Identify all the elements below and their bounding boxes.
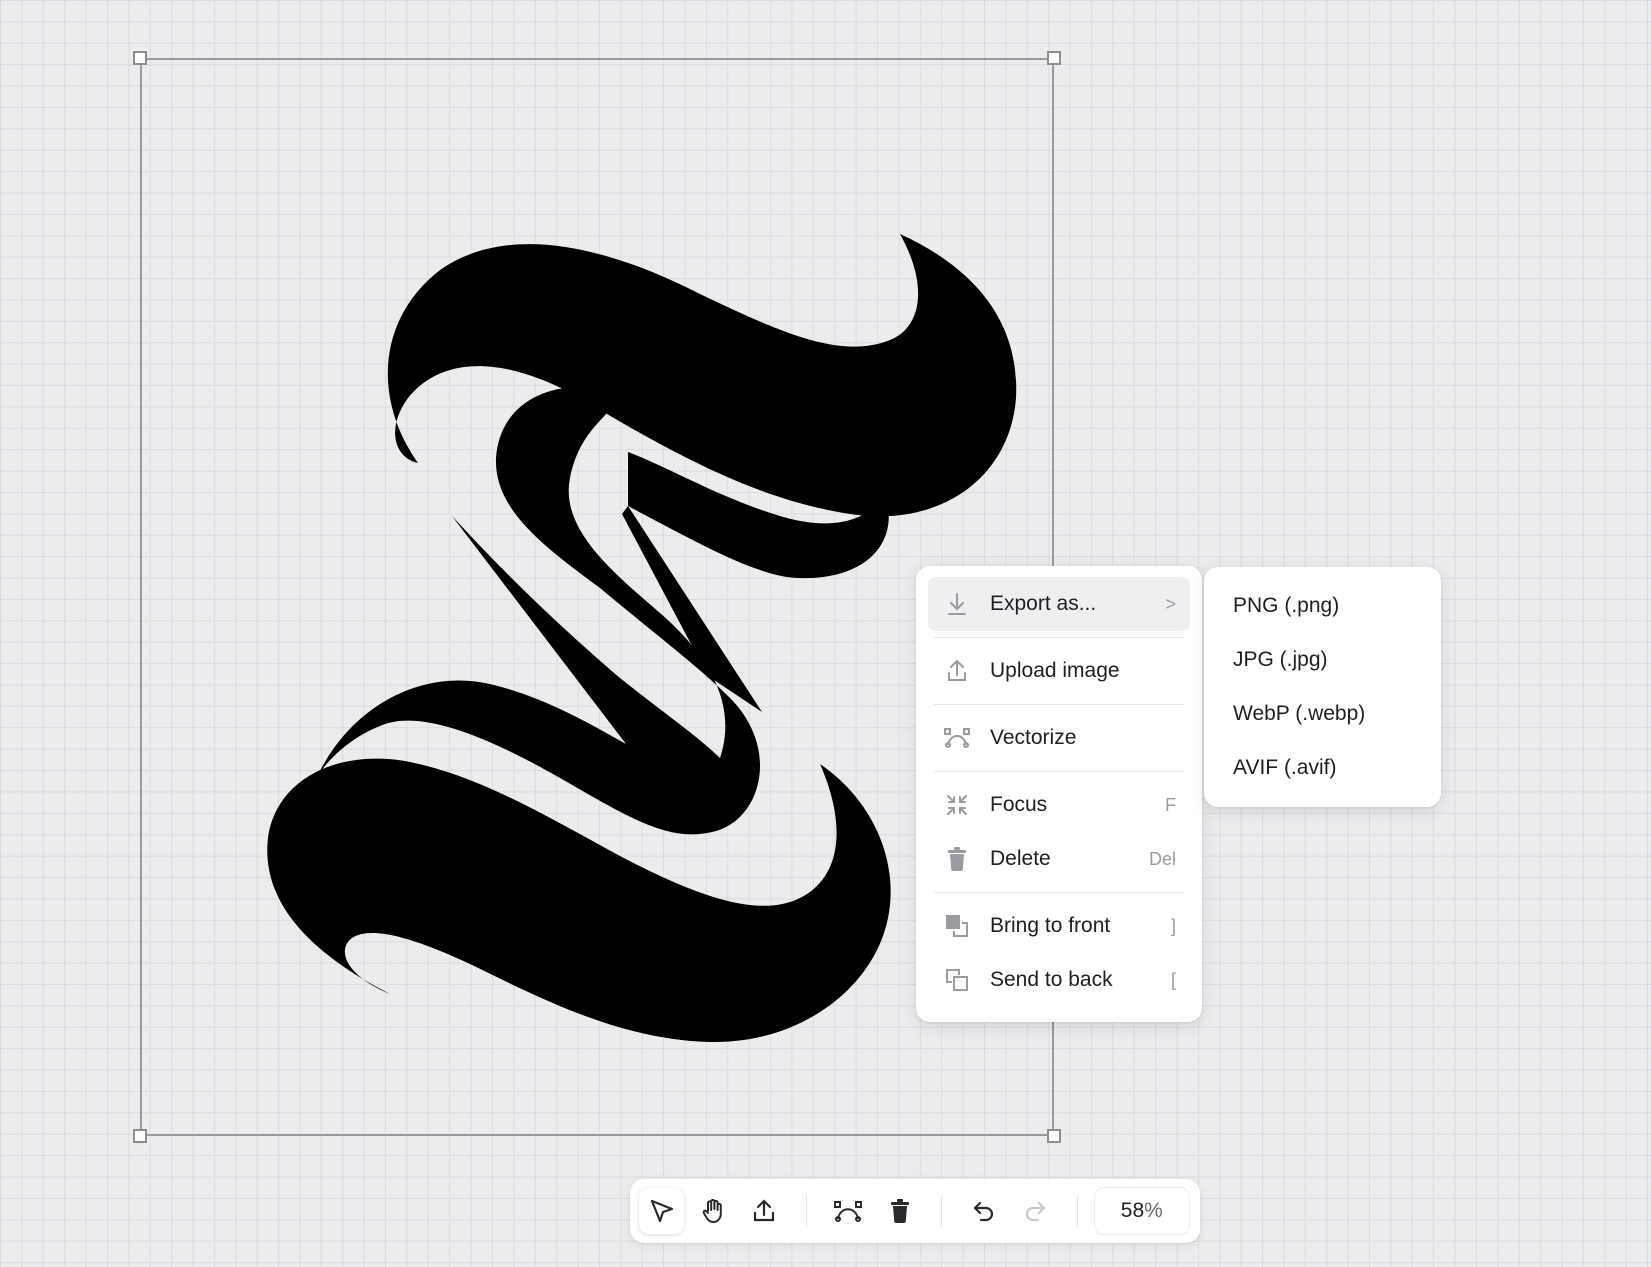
menu-item-bring-to-front[interactable]: Bring to front ] [928, 899, 1190, 953]
menu-item-label: Upload image [990, 659, 1120, 682]
trash-icon [944, 846, 970, 872]
download-icon [944, 591, 970, 617]
bezier-icon [944, 725, 970, 751]
redo-button[interactable] [1012, 1188, 1057, 1234]
menu-item-export-as[interactable]: Export as... > [928, 577, 1190, 631]
resize-handle-bottom-left[interactable] [133, 1129, 147, 1143]
menu-item-label: Delete [990, 847, 1051, 870]
context-menu: Export as... > Upload image Vectorize Fo… [916, 566, 1202, 1022]
bottom-toolbar: 58% [630, 1179, 1200, 1243]
undo-button[interactable] [961, 1188, 1006, 1234]
menu-divider [934, 704, 1184, 705]
bezier-icon [834, 1201, 863, 1222]
delete-tool-button[interactable] [877, 1188, 922, 1234]
menu-divider [934, 771, 1184, 772]
menu-item-label: Focus [990, 793, 1048, 816]
menu-shortcut: Del [1148, 848, 1176, 869]
hand-icon [702, 1198, 722, 1223]
menu-item-label: Bring to front [990, 914, 1111, 937]
select-tool-button[interactable] [639, 1188, 685, 1234]
menu-item-label: Send to back [990, 968, 1113, 991]
toolbar-divider [1076, 1195, 1078, 1227]
menu-item-send-to-back[interactable]: Send to back [ [928, 953, 1190, 1007]
redo-icon [1025, 1201, 1046, 1222]
upload-icon [944, 658, 970, 684]
export-jpg-option[interactable]: JPG (.jpg) [1204, 633, 1441, 687]
undo-icon [973, 1201, 993, 1222]
export-submenu: PNG (.png) JPG (.jpg) WebP (.webp) AVIF … [1204, 567, 1441, 807]
upload-icon [753, 1199, 775, 1222]
menu-shortcut: F [1165, 794, 1176, 815]
upload-tool-button[interactable] [741, 1188, 786, 1234]
resize-handle-top-left[interactable] [133, 51, 147, 65]
zoom-unit: % [1144, 1199, 1163, 1222]
pointer-icon [650, 1199, 673, 1223]
zoom-value: 58 [1120, 1199, 1145, 1222]
menu-item-focus[interactable]: Focus F [928, 778, 1190, 832]
export-avif-option[interactable]: AVIF (.avif) [1204, 741, 1441, 795]
menu-shortcut: ] [1170, 915, 1176, 936]
menu-item-delete[interactable]: Delete Del [928, 832, 1190, 886]
menu-item-label: Export as... [990, 592, 1097, 615]
resize-handle-top-right[interactable] [1047, 51, 1061, 65]
bring-to-front-icon [944, 913, 970, 939]
menu-divider [934, 637, 1184, 638]
menu-item-label: Vectorize [990, 726, 1077, 749]
menu-item-vectorize[interactable]: Vectorize [928, 711, 1190, 765]
menu-divider [934, 892, 1184, 893]
trash-icon [890, 1199, 909, 1223]
resize-handle-bottom-right[interactable] [1047, 1129, 1061, 1143]
chevron-right-icon: > [1165, 593, 1176, 614]
toolbar-divider [805, 1195, 807, 1227]
vectorize-tool-button[interactable] [826, 1188, 871, 1234]
menu-shortcut: [ [1170, 969, 1176, 990]
artwork-top-wave [387, 234, 1017, 517]
export-png-option[interactable]: PNG (.png) [1204, 579, 1441, 633]
artwork-bottom-wave [267, 758, 891, 1043]
send-to-back-icon [944, 967, 970, 993]
toolbar-divider [941, 1195, 943, 1227]
hand-tool-button[interactable] [690, 1188, 735, 1234]
focus-icon [944, 792, 970, 818]
export-webp-option[interactable]: WebP (.webp) [1204, 687, 1441, 741]
menu-item-upload-image[interactable]: Upload image [928, 644, 1190, 698]
zoom-level[interactable]: 58% [1093, 1187, 1190, 1235]
